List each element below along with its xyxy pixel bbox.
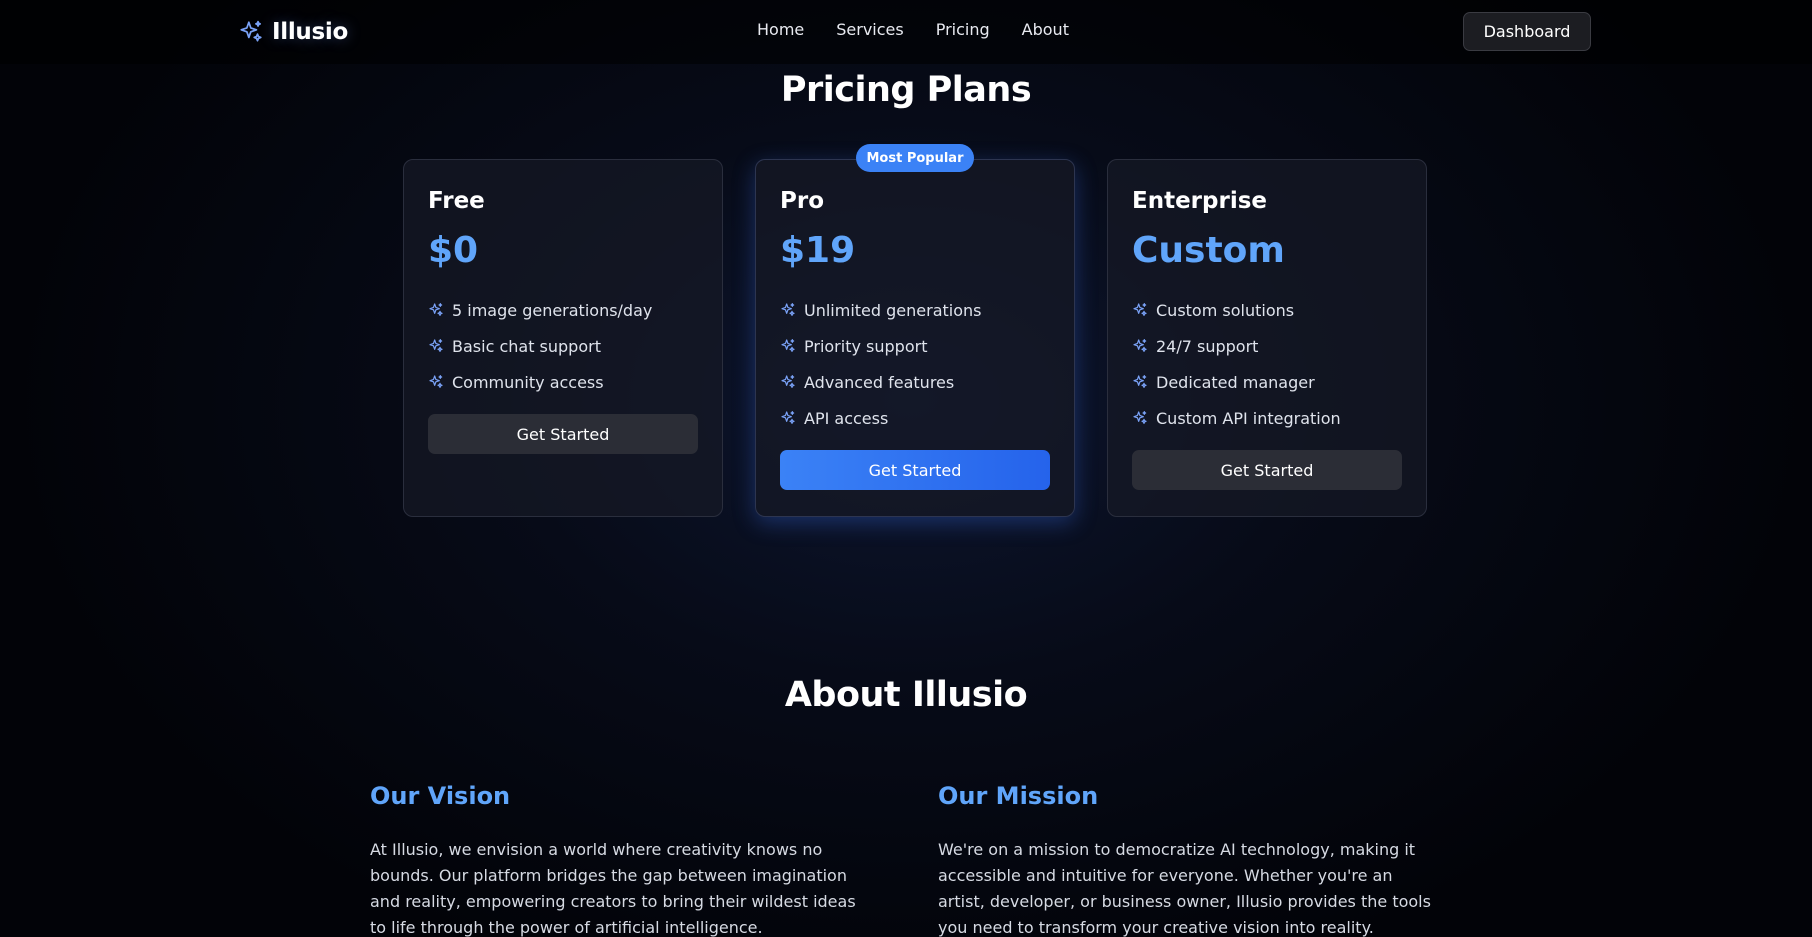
feature-label: Priority support [804,336,928,356]
feature-item: Advanced features [780,364,1050,400]
feature-list: 5 image generations/day Basic chat suppo… [428,292,698,400]
feature-label: API access [804,408,889,428]
nav-link-services[interactable]: Services [836,20,903,39]
plan-price: $19 [780,230,856,271]
feature-label: 24/7 support [1156,336,1259,356]
nav-link-pricing[interactable]: Pricing [936,20,990,39]
feature-item: Priority support [780,328,1050,364]
sparkles-icon [429,303,443,316]
feature-item: Unlimited generations [780,292,1050,328]
brand-logo[interactable]: Illusio [238,16,348,48]
feature-label: Community access [452,372,604,392]
feature-item: API access [780,400,1050,436]
plan-name: Enterprise [1132,188,1268,214]
sparkles-icon [1133,339,1147,352]
sparkles-icon [781,339,795,352]
vision-title: Our Vision [370,782,511,810]
plan-card-free: Free $0 5 image generations/day Basic ch… [403,159,723,517]
feature-label: Advanced features [804,372,955,392]
get-started-button-free[interactable]: Get Started [428,414,698,454]
feature-label: Custom API integration [1156,408,1341,428]
sparkles-icon [781,411,795,424]
feature-label: Basic chat support [452,336,601,356]
sparkles-icon [1133,303,1147,316]
feature-label: Unlimited generations [804,300,982,320]
dashboard-button[interactable]: Dashboard [1463,12,1591,51]
sparkles-icon [429,339,443,352]
mission-text: We're on a mission to democratize AI tec… [938,840,1431,937]
get-started-button-pro[interactable]: Get Started [780,450,1050,490]
plan-name: Pro [780,188,825,214]
feature-label: Custom solutions [1156,300,1295,320]
sparkles-icon [781,303,795,316]
most-popular-badge: Most Popular [856,144,974,172]
feature-item: Custom API integration [1132,400,1402,436]
feature-item: Community access [428,364,698,400]
sparkles-icon [429,375,443,388]
feature-label: Dedicated manager [1156,372,1315,392]
get-started-button-enterprise[interactable]: Get Started [1132,450,1402,490]
about-title: About Illusio [784,675,1028,715]
feature-label: 5 image generations/day [452,300,653,320]
mission-title: Our Mission [938,782,1099,810]
sparkles-icon [1133,411,1147,424]
sparkles-icon [240,20,262,42]
pricing-title: Pricing Plans [780,70,1032,110]
nav-links: Home Services Pricing About [757,20,1069,39]
plan-card-enterprise: Enterprise Custom Custom solutions 24/7 … [1107,159,1427,517]
sparkles-icon [1133,375,1147,388]
nav-link-about[interactable]: About [1022,20,1069,39]
plan-name: Free [428,188,485,214]
feature-list: Custom solutions 24/7 support Dedicated … [1132,292,1402,436]
vision-text: At Illusio, we envision a world where cr… [370,840,856,937]
plan-price: Custom [1132,230,1285,271]
feature-list: Unlimited generations Priority support A… [780,292,1050,436]
brand-name: Illusio [272,19,348,45]
feature-item: Basic chat support [428,328,698,364]
feature-item: 5 image generations/day [428,292,698,328]
feature-item: 24/7 support [1132,328,1402,364]
plan-price: $0 [428,230,479,271]
feature-item: Custom solutions [1132,292,1402,328]
nav-link-home[interactable]: Home [757,20,804,39]
feature-item: Dedicated manager [1132,364,1402,400]
sparkles-icon [781,375,795,388]
top-nav: Illusio Home Services Pricing About Dash… [0,0,1812,64]
plan-card-pro: Pro $19 Unlimited generations Priority s… [755,159,1075,517]
